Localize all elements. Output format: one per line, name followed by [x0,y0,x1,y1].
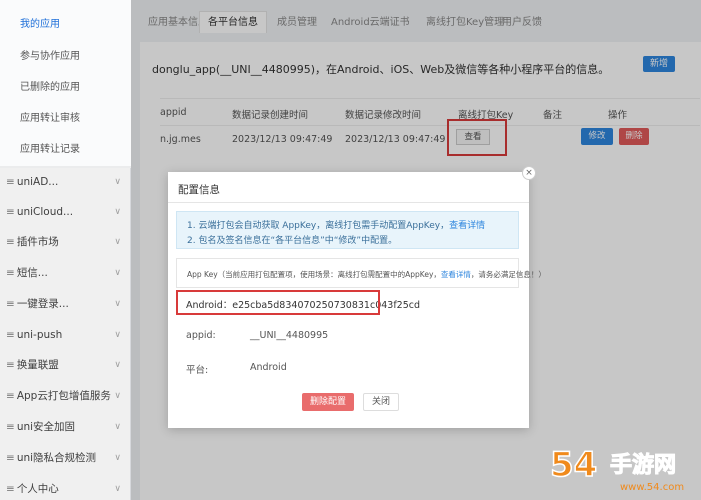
close-button[interactable]: 关闭 [363,393,399,411]
sidebar-item-my-apps[interactable]: 我的应用 [0,10,131,40]
divider [168,202,529,203]
svg-text:手游网: 手游网 [610,452,676,478]
appkey-text: App Key（当前应用打包配置项，使用场景：离线打包需配置中的AppKey， [187,270,441,279]
info-line-2: 2. 包名及签名信息在“各平台信息”中“修改”中配置。 [187,236,398,246]
info-box: 1. 云端打包会自动获取 AppKey，离线打包需手动配置AppKey，查看详情… [176,211,519,249]
appid-value: __UNI__4480995 [250,330,329,341]
sidebar-item-transfer-review[interactable]: 应用转让审核 [0,104,131,134]
modal-overlay-sidebar [0,166,131,500]
info-line-1: 1. 云端打包会自动获取 AppKey，离线打包需手动配置AppKey，查看详情 [187,218,485,231]
appkey-details-link[interactable]: 查看详情 [441,270,471,279]
appkey-section: App Key（当前应用打包配置项，使用场景：离线打包需配置中的AppKey，查… [176,258,546,288]
platform-value: Android [250,362,287,373]
appid-label: appid: [186,330,216,341]
appkey-description: App Key（当前应用打包配置项，使用场景：离线打包需配置中的AppKey，查… [187,269,546,280]
sidebar-item-transfer-records[interactable]: 应用转让记录 [0,135,131,165]
highlight-box [176,290,380,315]
svg-text:54: 54 [550,445,597,485]
appkey-tail: ，请务必满足信息！） [470,270,546,279]
svg-text:www.54.com: www.54.com [620,482,684,493]
delete-config-button[interactable]: 删除配置 [302,393,354,411]
sidebar-item-collab-apps[interactable]: 参与协作应用 [0,42,131,72]
modal-title: 配置信息 [178,184,220,196]
details-link[interactable]: 查看详情 [449,221,485,231]
platform-label: 平台: [186,365,209,376]
site-watermark: 54 手游网 www.54.com [548,438,698,498]
info-text: 1. 云端打包会自动获取 AppKey，离线打包需手动配置AppKey， [187,221,450,231]
close-icon[interactable]: × [522,166,536,180]
sidebar-item-deleted-apps[interactable]: 已删除的应用 [0,73,131,103]
